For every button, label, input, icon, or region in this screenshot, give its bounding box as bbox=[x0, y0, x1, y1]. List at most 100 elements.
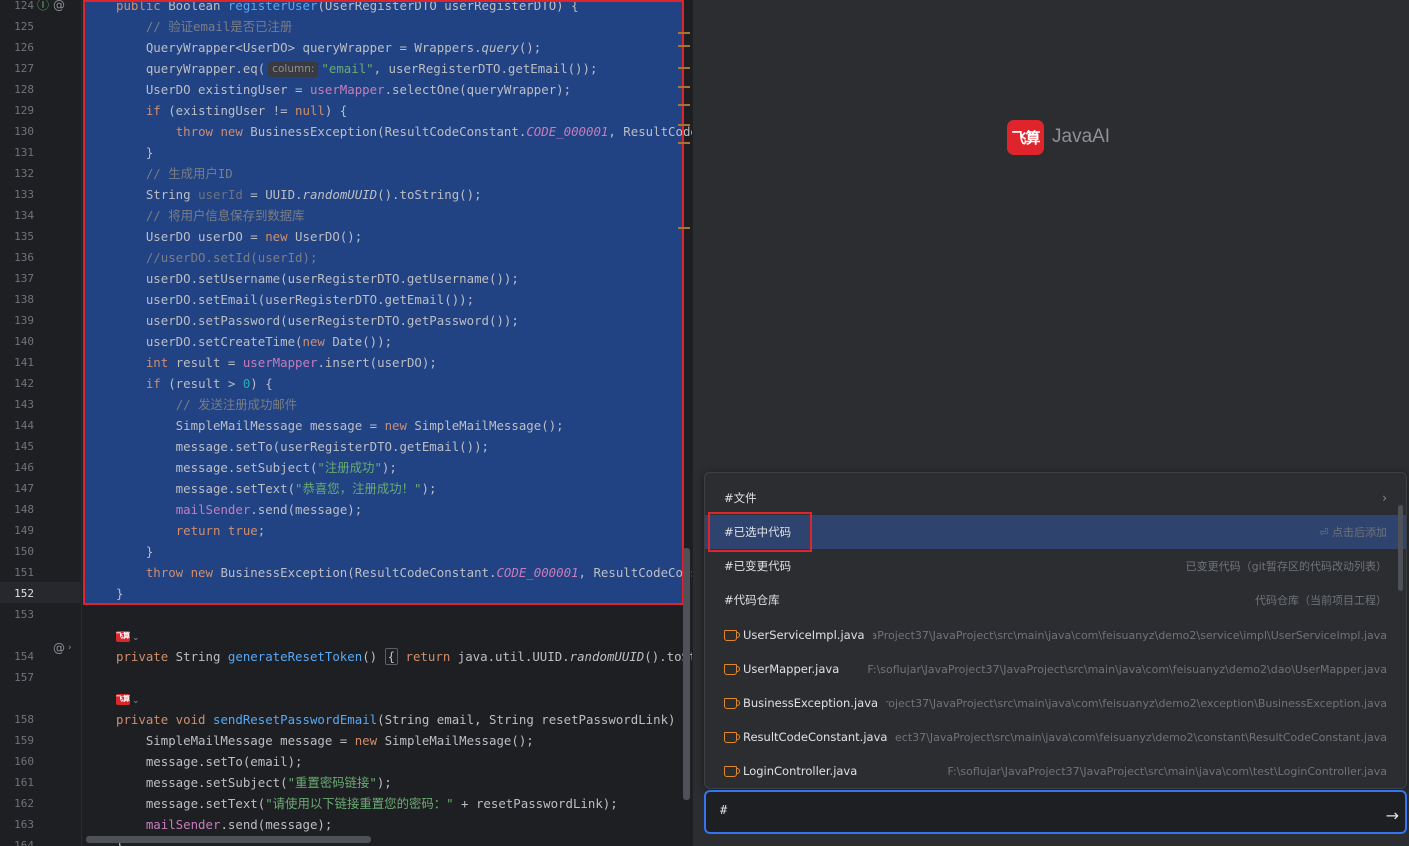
code-line[interactable]: userDO.setEmail(userRegisterDTO.getEmail… bbox=[83, 289, 692, 310]
code-line[interactable]: private void sendResetPasswordEmail(Stri… bbox=[83, 709, 692, 730]
line-number: 162 bbox=[14, 797, 34, 810]
file-name: UserServiceImpl.java bbox=[743, 628, 865, 642]
code-area[interactable]: public Boolean registerUser(UserRegister… bbox=[83, 0, 692, 846]
line-number: 142 bbox=[14, 377, 34, 390]
popup-file-item[interactable]: ResultCodeConstant.java F:\soflujar\Java… bbox=[705, 720, 1406, 754]
line-number: 145 bbox=[14, 440, 34, 453]
file-path: F:\soflujar\JavaProject37\JavaProject\sr… bbox=[947, 764, 1387, 778]
editor-vertical-scrollbar[interactable] bbox=[683, 548, 690, 800]
file-path: F:\soflujar\JavaProject37\JavaProject\sr… bbox=[873, 628, 1387, 642]
code-line[interactable] bbox=[83, 604, 692, 625]
code-line[interactable]: userDO.setPassword(userRegisterDTO.getPa… bbox=[83, 310, 692, 331]
code-line[interactable]: private String generateResetToken() { re… bbox=[83, 646, 692, 667]
code-line[interactable]: message.setText("请使用以下链接重置您的密码：" + reset… bbox=[83, 793, 692, 814]
popup-file-item[interactable]: BusinessException.java F:\soflujar\JavaP… bbox=[705, 686, 1406, 720]
code-line[interactable]: public Boolean registerUser(UserRegister… bbox=[83, 0, 692, 16]
line-number: 127 bbox=[14, 62, 34, 75]
line-number: 151 bbox=[14, 566, 34, 579]
code-line[interactable]: throw new BusinessException(ResultCodeCo… bbox=[83, 121, 692, 142]
code-line[interactable]: message.setSubject("重置密码链接"); bbox=[83, 772, 692, 793]
code-line[interactable]: } bbox=[83, 142, 692, 163]
line-number: 139 bbox=[14, 314, 34, 327]
code-line[interactable]: message.setTo(email); bbox=[83, 751, 692, 772]
code-line[interactable] bbox=[83, 667, 692, 688]
warning-marker[interactable] bbox=[678, 45, 690, 47]
fold-arrow-icon[interactable]: › bbox=[68, 638, 72, 659]
code-line[interactable]: UserDO existingUser = userMapper.selectO… bbox=[83, 79, 692, 100]
code-line[interactable]: } bbox=[83, 583, 692, 604]
popup-item-hint: ⏎ 点击后添加 bbox=[1319, 526, 1387, 539]
line-number: 147 bbox=[14, 482, 34, 495]
popup-item-label: #代码仓库 bbox=[724, 593, 780, 607]
popup-file-item[interactable]: UserMapper.java F:\soflujar\JavaProject3… bbox=[705, 652, 1406, 686]
line-number: 146 bbox=[14, 461, 34, 474]
line-number: 137 bbox=[14, 272, 34, 285]
implement-gutter-icon[interactable]: Ⓘ bbox=[37, 0, 49, 16]
line-number: 132 bbox=[14, 167, 34, 180]
code-line[interactable]: return true; bbox=[83, 520, 692, 541]
warning-marker[interactable] bbox=[678, 32, 690, 34]
code-line[interactable]: userDO.setUsername(userRegisterDTO.getUs… bbox=[83, 268, 692, 289]
warning-marker[interactable] bbox=[678, 124, 690, 126]
annotation-gutter-icon[interactable]: @ bbox=[53, 0, 65, 16]
line-number: 131 bbox=[14, 146, 34, 159]
code-line[interactable]: 飞算 ⌄ bbox=[83, 688, 692, 709]
javaai-chat-panel: 飞算 JavaAI #文件 › #已选中代码 ⏎ 点击后添加 #已变更代码 已变… bbox=[692, 0, 1409, 846]
line-number: 164 bbox=[14, 839, 34, 846]
code-line[interactable]: QueryWrapper<UserDO> queryWrapper = Wrap… bbox=[83, 37, 692, 58]
code-line[interactable]: mailSender.send(message); bbox=[83, 499, 692, 520]
code-line[interactable]: UserDO userDO = new UserDO(); bbox=[83, 226, 692, 247]
warning-marker[interactable] bbox=[678, 142, 690, 144]
annotation-gutter-icon[interactable]: @ bbox=[53, 638, 65, 659]
code-line[interactable]: throw new BusinessException(ResultCodeCo… bbox=[83, 562, 692, 583]
file-path: F:\soflujar\JavaProject37\JavaProject\sr… bbox=[886, 696, 1387, 710]
code-line[interactable]: userDO.setCreateTime(new Date()); bbox=[83, 331, 692, 352]
java-class-icon bbox=[724, 663, 740, 675]
editor-horizontal-scrollbar[interactable] bbox=[86, 836, 371, 843]
code-line[interactable]: int result = userMapper.insert(userDO); bbox=[83, 352, 692, 373]
line-number: 134 bbox=[14, 209, 34, 222]
chat-input-text: # bbox=[720, 803, 728, 817]
code-line[interactable]: if (result > 0) { bbox=[83, 373, 692, 394]
popup-file-item[interactable]: LoginController.java F:\soflujar\JavaPro… bbox=[705, 754, 1406, 788]
code-editor[interactable]: 124 125 126 127 128 129 130 131 132 133 134 135 136 1… bbox=[0, 0, 692, 846]
popup-item-changed-code[interactable]: #已变更代码 已变更代码（git暂存区的代码改动列表） bbox=[705, 549, 1406, 583]
line-number: 144 bbox=[14, 419, 34, 432]
warning-marker[interactable] bbox=[678, 86, 690, 88]
code-line[interactable]: // 生成用户ID bbox=[83, 163, 692, 184]
code-line[interactable]: // 验证email是否已注册 bbox=[83, 16, 692, 37]
code-line[interactable]: SimpleMailMessage message = new SimpleMa… bbox=[83, 415, 692, 436]
line-number: 135 bbox=[14, 230, 34, 243]
code-line[interactable]: //userDO.setId(userId); bbox=[83, 247, 692, 268]
popup-item-hint: 代码仓库（当前项目工程） bbox=[1255, 594, 1387, 607]
line-number: 152 bbox=[14, 587, 34, 600]
code-line[interactable]: message.setText("恭喜您，注册成功！"); bbox=[83, 478, 692, 499]
code-line[interactable]: message.setTo(userRegisterDTO.getEmail()… bbox=[83, 436, 692, 457]
code-line[interactable]: message.setSubject("注册成功"); bbox=[83, 457, 692, 478]
file-path: F:\soflujar\JavaProject37\JavaProject\sr… bbox=[867, 662, 1387, 676]
popup-item-selected-code[interactable]: #已选中代码 ⏎ 点击后添加 bbox=[705, 515, 1406, 549]
popup-scrollbar[interactable] bbox=[1398, 505, 1403, 591]
warning-marker[interactable] bbox=[678, 227, 690, 229]
line-number: 125 bbox=[14, 20, 34, 33]
code-line[interactable]: if (existingUser != null) { bbox=[83, 100, 692, 121]
chat-input[interactable]: # → bbox=[704, 790, 1407, 834]
context-suggestion-popup: #文件 › #已选中代码 ⏎ 点击后添加 #已变更代码 已变更代码（git暂存区… bbox=[704, 472, 1407, 789]
code-line[interactable]: queryWrapper.eq(column: "email", userRegi… bbox=[83, 58, 692, 79]
popup-item-files[interactable]: #文件 › bbox=[705, 481, 1406, 515]
code-line[interactable]: // 发送注册成功邮件 bbox=[83, 394, 692, 415]
popup-item-code-repository[interactable]: #代码仓库 代码仓库（当前项目工程） bbox=[705, 583, 1406, 617]
warning-marker[interactable] bbox=[678, 67, 690, 69]
brand-name: JavaAI bbox=[1052, 126, 1111, 147]
code-line[interactable]: String userId = UUID.randomUUID().toStri… bbox=[83, 184, 692, 205]
code-line[interactable]: } bbox=[83, 541, 692, 562]
warning-marker[interactable] bbox=[678, 104, 690, 106]
popup-file-item[interactable]: UserServiceImpl.java F:\soflujar\JavaPro… bbox=[705, 618, 1406, 652]
code-line[interactable]: 飞算 ⌄ bbox=[83, 625, 692, 646]
send-arrow-icon[interactable]: → bbox=[1386, 808, 1399, 824]
code-line[interactable]: // 将用户信息保存到数据库 bbox=[83, 205, 692, 226]
file-name: LoginController.java bbox=[743, 764, 858, 778]
code-line[interactable]: mailSender.send(message); bbox=[83, 814, 692, 835]
line-number: 141 bbox=[14, 356, 34, 369]
code-line[interactable]: SimpleMailMessage message = new SimpleMa… bbox=[83, 730, 692, 751]
